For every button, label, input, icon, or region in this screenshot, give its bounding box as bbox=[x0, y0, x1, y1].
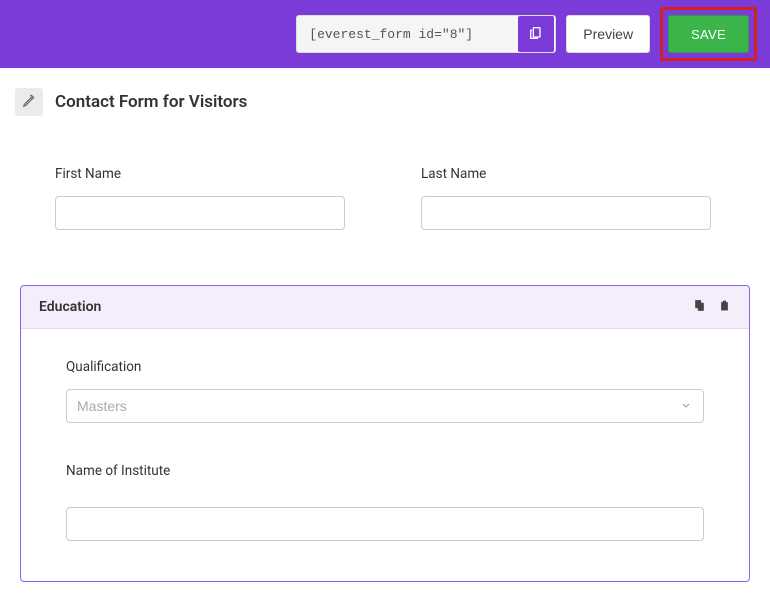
section-actions bbox=[693, 299, 731, 315]
section-body: Qualification Masters Name of Institute bbox=[21, 329, 749, 581]
copy-shortcode-button[interactable] bbox=[518, 16, 554, 52]
pencil-icon bbox=[22, 93, 36, 112]
institute-label: Name of Institute bbox=[66, 463, 704, 479]
first-name-label: First Name bbox=[55, 166, 345, 182]
copy-icon bbox=[693, 299, 706, 315]
form-title-row: Contact Form for Visitors bbox=[15, 88, 755, 116]
education-section: Education bbox=[20, 285, 750, 582]
preview-button[interactable]: Preview bbox=[566, 15, 650, 53]
last-name-label: Last Name bbox=[421, 166, 711, 182]
last-name-input[interactable] bbox=[421, 196, 711, 230]
name-fields-row: First Name Last Name bbox=[15, 166, 755, 230]
section-title: Education bbox=[39, 299, 101, 315]
institute-input[interactable] bbox=[66, 507, 704, 541]
edit-title-button[interactable] bbox=[15, 88, 43, 116]
top-toolbar: Preview SAVE bbox=[0, 0, 770, 68]
delete-section-button[interactable] bbox=[718, 299, 731, 315]
shortcode-input[interactable] bbox=[297, 16, 517, 52]
qualification-select[interactable]: Masters bbox=[66, 389, 704, 423]
qualification-label: Qualification bbox=[66, 359, 704, 375]
last-name-group: Last Name bbox=[421, 166, 711, 230]
shortcode-container bbox=[296, 15, 556, 53]
first-name-input[interactable] bbox=[55, 196, 345, 230]
qualification-group: Qualification Masters bbox=[66, 359, 704, 423]
section-header: Education bbox=[21, 286, 749, 329]
qualification-select-wrap: Masters bbox=[66, 389, 704, 423]
form-title: Contact Form for Visitors bbox=[55, 92, 247, 112]
save-button[interactable]: SAVE bbox=[668, 15, 749, 53]
clipboard-icon bbox=[528, 25, 544, 44]
content-area: Contact Form for Visitors First Name Las… bbox=[0, 68, 770, 602]
duplicate-section-button[interactable] bbox=[693, 299, 706, 315]
institute-group: Name of Institute bbox=[66, 463, 704, 541]
trash-icon bbox=[718, 299, 731, 315]
save-highlight-box: SAVE bbox=[660, 7, 757, 61]
first-name-group: First Name bbox=[55, 166, 345, 230]
